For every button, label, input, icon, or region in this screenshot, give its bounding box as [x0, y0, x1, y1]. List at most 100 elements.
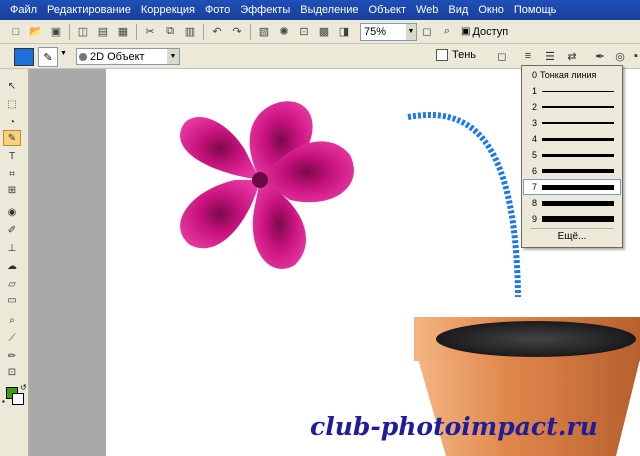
circle-icon[interactable]: ◎: [612, 48, 628, 64]
menu-item[interactable]: Эффекты: [235, 4, 295, 16]
thin-line-label: Тонкая линия: [540, 70, 597, 80]
zoom-select[interactable]: 75% ▼: [360, 22, 417, 41]
object-mode-value: 2D Объект: [90, 50, 145, 63]
chevron-down-icon[interactable]: ▼: [406, 23, 416, 40]
flower-center: [252, 172, 268, 188]
access-icon: ▣: [461, 26, 471, 37]
path-tool-button[interactable]: ✎: [38, 47, 58, 67]
more-options-button[interactable]: Ещё...: [530, 228, 614, 244]
pen-path-icon: ✎: [43, 51, 53, 64]
menu-item[interactable]: Редактирование: [42, 4, 136, 16]
checkbox-icon: [436, 49, 448, 61]
menu-item[interactable]: Web: [411, 4, 443, 16]
open-folder-icon[interactable]: 📂: [27, 23, 45, 41]
line-width-icon[interactable]: ≡: [520, 48, 536, 64]
menu-item[interactable]: Объект: [364, 4, 411, 16]
line-width-number: 5: [531, 150, 537, 160]
line-width-option[interactable]: 9: [524, 212, 620, 226]
scan-icon[interactable]: ◫: [74, 23, 92, 41]
save-icon[interactable]: ▣: [47, 23, 65, 41]
crop-icon[interactable]: ⊡: [295, 23, 313, 41]
object-mode-select[interactable]: 2D Объект ▼: [76, 48, 180, 65]
chevron-down-icon[interactable]: ▼: [60, 50, 67, 57]
separator: [250, 23, 251, 40]
line-width-number: 9: [531, 214, 537, 224]
new-file-icon[interactable]: □: [7, 23, 25, 41]
menu-item[interactable]: Выделение: [295, 4, 363, 16]
line-width-number: 0: [531, 70, 537, 80]
menu-item[interactable]: Вид: [443, 4, 473, 16]
redo-icon[interactable]: ↷: [228, 23, 246, 41]
pick-tool-icon[interactable]: ↖: [4, 79, 20, 93]
print-icon[interactable]: ▤: [94, 23, 112, 41]
mode-icon: [79, 52, 87, 61]
zoom-eye-tool-icon[interactable]: ◉: [4, 205, 20, 219]
pot-soil: [436, 321, 636, 357]
flower-petal: [180, 116, 260, 180]
lasso-tool-icon[interactable]: ◔: [4, 115, 20, 129]
menu-item[interactable]: Фото: [200, 4, 235, 16]
shape-tool-icon[interactable]: ⊡: [4, 365, 20, 379]
text-tool-icon[interactable]: T: [4, 149, 20, 163]
line-width-option[interactable]: 0 Тонкая линия: [524, 68, 620, 82]
selection-tool-icon[interactable]: ⬚: [4, 97, 20, 111]
menu-item[interactable]: Окно: [473, 4, 509, 16]
tool-panel: ↖ ⬚ ◔ ✎ T ⌗ ⊞ ◉ ✐ ⊥ ☁ ▱ ▭ ⌕ ⟋ ✏ ⊡ ↺ ▪: [0, 69, 29, 456]
window-icon[interactable]: ◻: [418, 23, 436, 41]
gradient-fill-tool-icon[interactable]: ▭: [4, 293, 20, 307]
line-width-option[interactable]: 4: [524, 132, 620, 146]
line-width-option[interactable]: 5: [524, 148, 620, 162]
access-button[interactable]: ▣ Доступ: [461, 24, 508, 40]
line-width-preview: [542, 90, 614, 92]
path-drawing-tool-icon[interactable]: ✎: [3, 130, 21, 146]
menu-item[interactable]: Файл: [0, 4, 42, 16]
search-icon[interactable]: ⌕: [438, 23, 456, 41]
square-icon[interactable]: ▪: [628, 48, 640, 64]
line-width-number: 7: [531, 182, 537, 192]
pen-tool-icon[interactable]: ✏: [4, 349, 20, 363]
flower-petal: [180, 180, 260, 249]
fill-color-swatch[interactable]: [14, 48, 34, 66]
layers-icon[interactable]: ▩: [315, 23, 333, 41]
reset-colors-icon[interactable]: ▪: [2, 397, 5, 406]
magnifier-tool-icon[interactable]: ⌕: [4, 313, 20, 327]
stamp-tool-icon[interactable]: ⊥: [4, 241, 20, 255]
flower: [180, 101, 354, 269]
eraser-tool-icon[interactable]: ▱: [4, 277, 20, 291]
line-width-number: 2: [531, 102, 537, 112]
background-color-swatch[interactable]: [12, 393, 24, 405]
line-width-preview: [542, 153, 614, 157]
line-width-preview: [542, 137, 614, 141]
line-style-icon[interactable]: ☰: [542, 48, 558, 64]
line-width-option[interactable]: 6: [524, 164, 620, 178]
cut-icon[interactable]: ✂: [141, 23, 159, 41]
paste-icon[interactable]: ▥: [181, 23, 199, 41]
line-width-option[interactable]: 3: [524, 116, 620, 130]
transform-tool-icon[interactable]: ⊞: [4, 183, 20, 197]
zoom-value: 75%: [364, 25, 387, 38]
swap-colors-icon[interactable]: ↺: [20, 383, 27, 392]
line-width-option[interactable]: 2: [524, 100, 620, 114]
arrow-style-icon[interactable]: ⇄: [564, 48, 580, 64]
menu-item[interactable]: Коррекция: [136, 4, 200, 16]
brush-tool-icon[interactable]: ✐: [4, 223, 20, 237]
eyedropper-tool-icon[interactable]: ⟋: [4, 331, 20, 345]
adjust-icon[interactable]: ◨: [335, 23, 353, 41]
copy-icon[interactable]: ⧉: [161, 23, 179, 41]
pen-nib-icon[interactable]: ✒: [592, 48, 608, 64]
chevron-down-icon[interactable]: ▼: [167, 49, 179, 64]
undo-icon[interactable]: ↶: [208, 23, 226, 41]
shadow-checkbox[interactable]: Тень: [436, 49, 476, 61]
line-width-option[interactable]: 8: [524, 196, 620, 210]
menu-item[interactable]: Помощь: [509, 4, 562, 16]
line-width-option[interactable]: 7: [523, 179, 621, 195]
line-width-number: 8: [531, 198, 537, 208]
shadow-settings-icon[interactable]: ◻: [494, 48, 510, 64]
line-width-preview: [542, 122, 614, 124]
image-icon[interactable]: ▧: [255, 23, 273, 41]
preview-icon[interactable]: ▦: [114, 23, 132, 41]
line-width-option[interactable]: 1: [524, 84, 620, 98]
effect-icon[interactable]: ✺: [275, 23, 293, 41]
smudge-tool-icon[interactable]: ☁: [4, 259, 20, 273]
crop-tool-icon[interactable]: ⌗: [4, 167, 20, 181]
